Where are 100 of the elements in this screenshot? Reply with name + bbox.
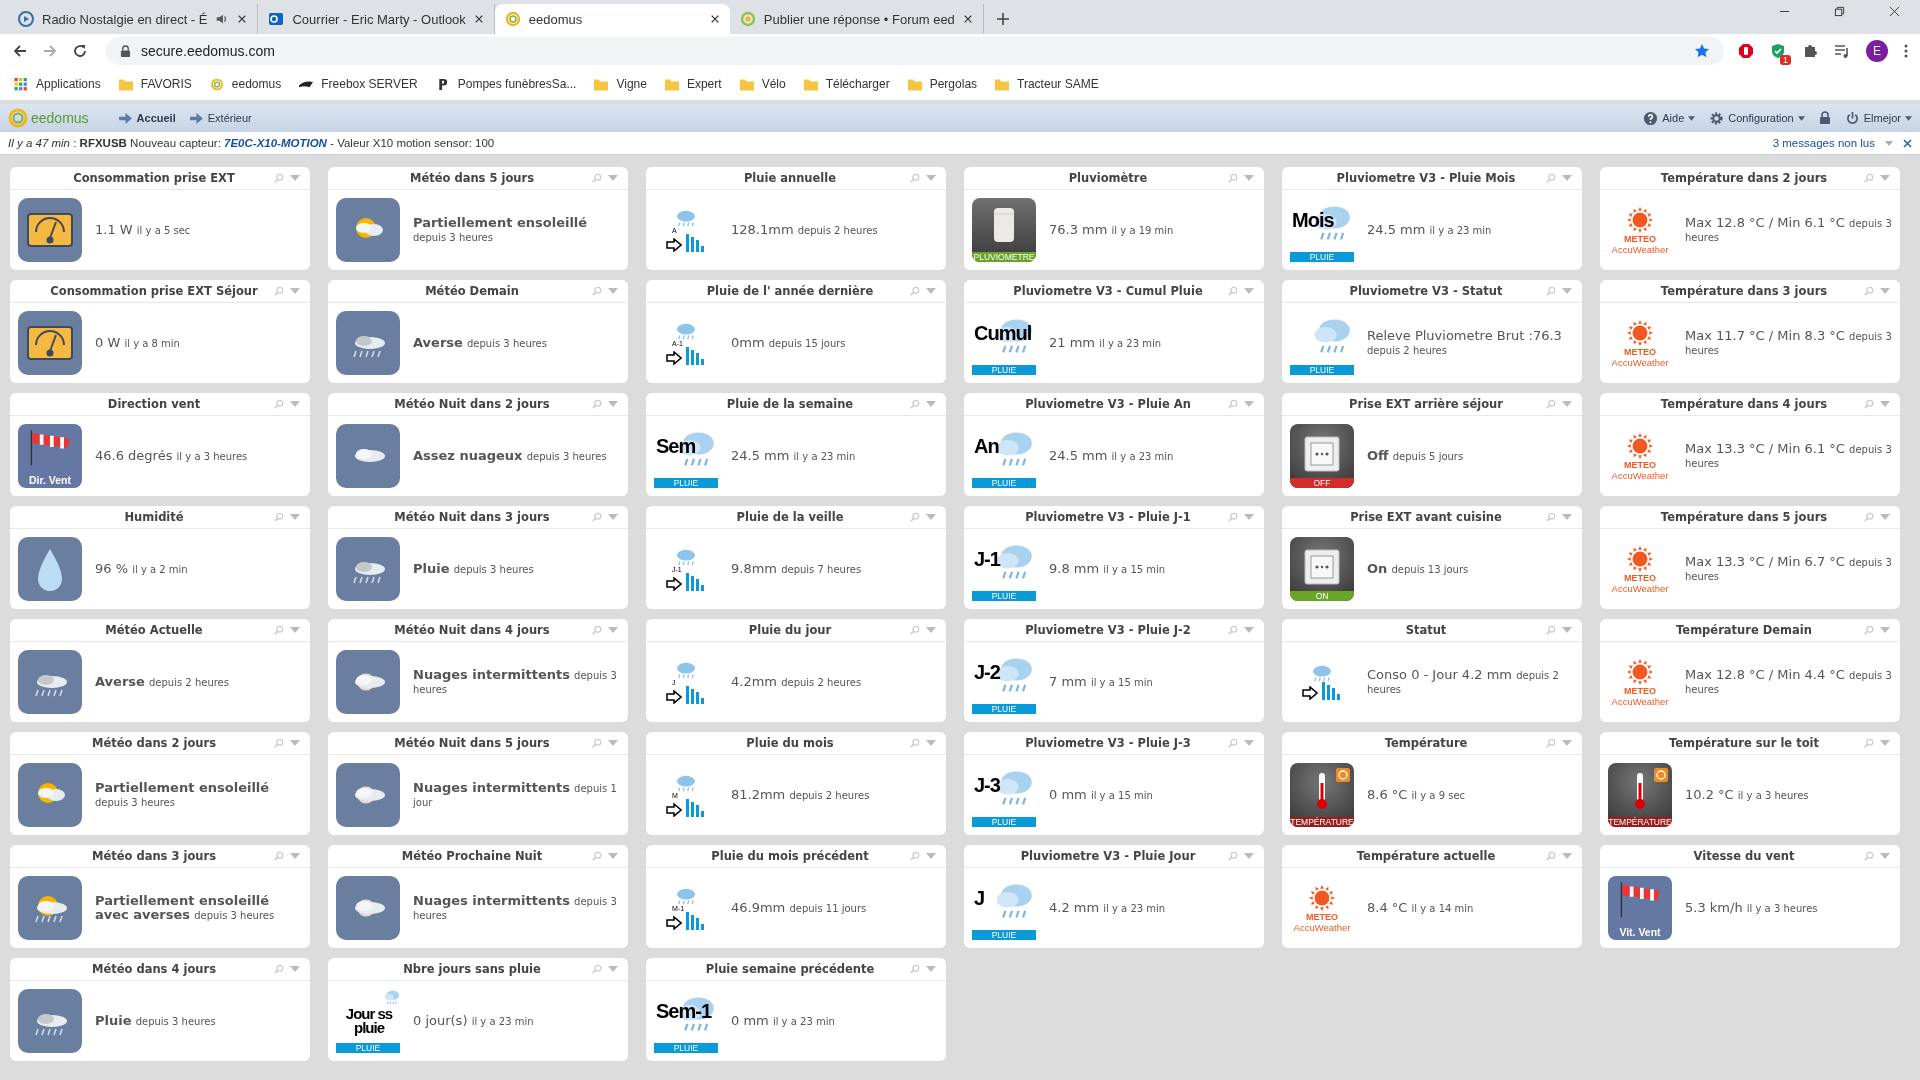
bookmark-link[interactable]: Pergolas — [907, 77, 978, 91]
reload-icon[interactable] — [72, 43, 88, 59]
caret-icon[interactable] — [1880, 286, 1890, 296]
stop-sign-icon[interactable] — [1738, 43, 1754, 59]
search-icon[interactable] — [1864, 851, 1874, 861]
search-icon[interactable] — [1546, 399, 1556, 409]
close-icon[interactable] — [962, 14, 973, 24]
caret-icon[interactable] — [1562, 625, 1572, 635]
caret-icon[interactable] — [926, 738, 936, 748]
lock-icon[interactable] — [120, 44, 131, 58]
bookmark-link[interactable]: Pompes funèbresSa... — [435, 77, 577, 91]
caret-icon[interactable] — [1244, 286, 1254, 296]
search-icon[interactable] — [592, 964, 602, 974]
forward-icon[interactable] — [42, 43, 58, 59]
caret-icon[interactable] — [926, 399, 936, 409]
breadcrumb-link[interactable]: Extérieur — [189, 112, 252, 124]
caret-icon[interactable] — [1885, 140, 1893, 146]
caret-icon[interactable] — [1562, 286, 1572, 296]
caret-icon[interactable] — [926, 625, 936, 635]
caret-icon[interactable] — [290, 286, 300, 296]
search-icon[interactable] — [1864, 738, 1874, 748]
search-icon[interactable] — [1228, 738, 1238, 748]
caret-icon[interactable] — [608, 738, 618, 748]
profile-avatar[interactable]: E — [1866, 40, 1888, 62]
caret-icon[interactable] — [1244, 851, 1254, 861]
caret-icon[interactable] — [608, 173, 618, 183]
shield-icon[interactable] — [1770, 43, 1786, 59]
bookmark-link[interactable]: Vigne — [594, 77, 647, 91]
bookmark-link[interactable]: Vélo — [739, 77, 786, 91]
search-icon[interactable] — [1864, 625, 1874, 635]
caret-icon[interactable] — [926, 173, 936, 183]
caret-icon[interactable] — [290, 625, 300, 635]
search-icon[interactable] — [910, 738, 920, 748]
search-icon[interactable] — [592, 851, 602, 861]
caret-icon[interactable] — [290, 173, 300, 183]
caret-icon[interactable] — [290, 399, 300, 409]
search-icon[interactable] — [910, 512, 920, 522]
back-icon[interactable] — [12, 43, 28, 59]
caret-icon[interactable] — [290, 851, 300, 861]
close-icon[interactable] — [709, 14, 720, 24]
lock-icon[interactable] — [1818, 111, 1831, 125]
caret-icon[interactable] — [608, 964, 618, 974]
search-icon[interactable] — [1546, 851, 1556, 861]
bookmark-star-icon[interactable] — [1694, 43, 1710, 59]
puzzle-icon[interactable] — [1802, 43, 1818, 59]
search-icon[interactable] — [1228, 286, 1238, 296]
caret-icon[interactable] — [1244, 512, 1254, 522]
search-icon[interactable] — [592, 738, 602, 748]
caret-icon[interactable] — [1562, 173, 1572, 183]
caret-icon[interactable] — [926, 512, 936, 522]
caret-icon[interactable] — [926, 964, 936, 974]
search-icon[interactable] — [274, 851, 284, 861]
search-icon[interactable] — [274, 286, 284, 296]
search-icon[interactable] — [592, 173, 602, 183]
menu-button[interactable]: Aide — [1643, 110, 1696, 126]
caret-icon[interactable] — [926, 851, 936, 861]
caret-icon[interactable] — [1244, 399, 1254, 409]
new-tab-icon[interactable] — [995, 12, 1010, 26]
caret-icon[interactable] — [290, 964, 300, 974]
bookmark-link[interactable]: eedomus — [209, 77, 282, 91]
caret-icon[interactable] — [926, 286, 936, 296]
search-icon[interactable] — [910, 286, 920, 296]
restore-icon[interactable] — [1834, 5, 1845, 17]
search-icon[interactable] — [1546, 512, 1556, 522]
search-icon[interactable] — [910, 625, 920, 635]
bookmark-link[interactable]: FAVORIS — [118, 77, 192, 91]
search-icon[interactable] — [910, 173, 920, 183]
unread-messages-link[interactable]: 3 messages non lus — [1772, 137, 1875, 149]
search-icon[interactable] — [274, 173, 284, 183]
search-icon[interactable] — [1546, 286, 1556, 296]
caret-icon[interactable] — [1880, 399, 1890, 409]
more-menu-icon[interactable] — [1904, 43, 1908, 59]
caret-icon[interactable] — [1562, 512, 1572, 522]
search-icon[interactable] — [592, 625, 602, 635]
search-icon[interactable] — [1864, 286, 1874, 296]
playlist-icon[interactable] — [1834, 43, 1850, 59]
search-icon[interactable] — [1546, 173, 1556, 183]
search-icon[interactable] — [1228, 399, 1238, 409]
search-icon[interactable] — [274, 512, 284, 522]
search-icon[interactable] — [592, 399, 602, 409]
search-icon[interactable] — [592, 286, 602, 296]
caret-icon[interactable] — [1562, 399, 1572, 409]
close-icon[interactable] — [237, 14, 248, 24]
caret-icon[interactable] — [1880, 738, 1890, 748]
search-icon[interactable] — [1864, 399, 1874, 409]
caret-icon[interactable] — [1880, 625, 1890, 635]
caret-icon[interactable] — [1880, 512, 1890, 522]
search-icon[interactable] — [1864, 512, 1874, 522]
search-icon[interactable] — [910, 399, 920, 409]
close-icon[interactable] — [1889, 5, 1900, 17]
breadcrumb-link[interactable]: Accueil — [118, 112, 176, 124]
search-icon[interactable] — [1864, 173, 1874, 183]
search-icon[interactable] — [274, 625, 284, 635]
search-icon[interactable] — [1228, 512, 1238, 522]
caret-icon[interactable] — [1880, 173, 1890, 183]
caret-icon[interactable] — [1562, 851, 1572, 861]
search-icon[interactable] — [592, 512, 602, 522]
menu-button[interactable]: Configuration — [1709, 110, 1805, 126]
bookmark-link[interactable]: Télécharger — [803, 77, 890, 91]
bookmark-link[interactable]: Applications — [14, 77, 101, 91]
